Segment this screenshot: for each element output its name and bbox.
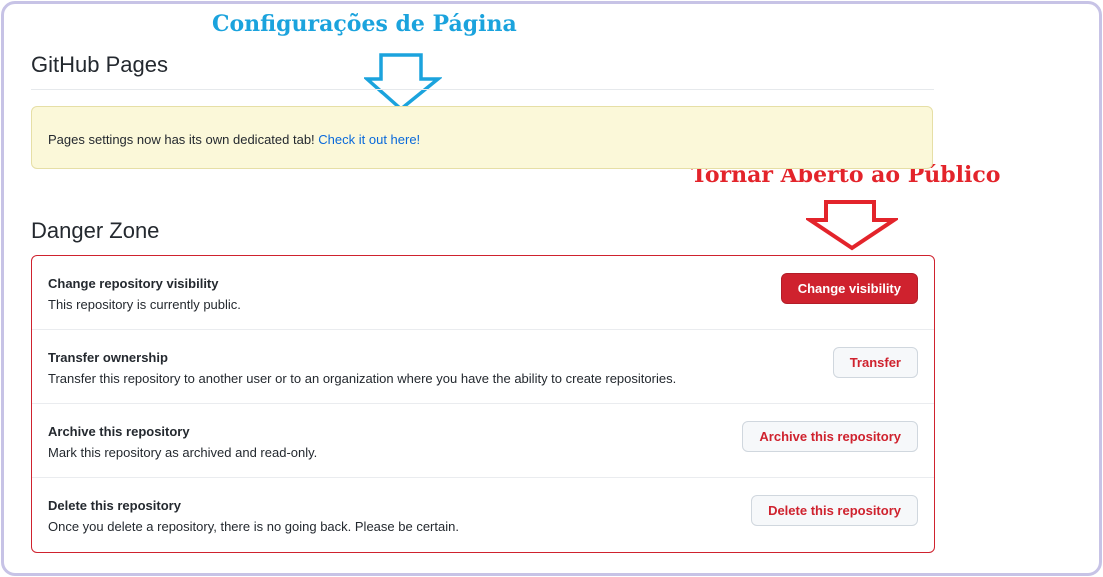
change-visibility-button[interactable]: Change visibility	[780, 273, 918, 304]
pages-flash-notice: Pages settings now has its own dedicated…	[31, 106, 933, 169]
row-title: Transfer ownership	[48, 350, 168, 365]
row-title: Change repository visibility	[48, 276, 219, 291]
danger-zone-heading: Danger Zone	[31, 218, 160, 243]
row-description: This repository is currently public.	[48, 297, 241, 312]
row-title: Archive this repository	[48, 424, 190, 439]
down-arrow-icon	[806, 200, 898, 251]
visibility-row: Change repository visibility This reposi…	[32, 256, 934, 330]
delete-row: Delete this repository Once you delete a…	[32, 478, 934, 552]
github-pages-heading: GitHub Pages	[31, 52, 168, 77]
archive-row: Archive this repository Mark this reposi…	[32, 404, 934, 478]
danger-zone-box: Change repository visibility This reposi…	[31, 255, 935, 553]
row-description: Mark this repository as archived and rea…	[48, 445, 318, 460]
row-title: Delete this repository	[48, 498, 181, 513]
row-description: Transfer this repository to another user…	[48, 371, 677, 386]
transfer-button[interactable]: Transfer	[832, 347, 918, 378]
flash-message-text: Pages settings now has its own dedicated…	[48, 132, 319, 147]
check-it-out-link[interactable]: Check it out here!	[318, 132, 420, 147]
archive-repository-button[interactable]: Archive this repository	[742, 421, 918, 452]
down-arrow-icon	[364, 53, 442, 112]
flash-message: Pages settings now has its own dedicated…	[48, 132, 420, 147]
section-divider	[31, 89, 934, 90]
row-description: Once you delete a repository, there is n…	[48, 519, 459, 534]
annotation-pages-label: Configurações de Página	[212, 11, 517, 37]
delete-repository-button[interactable]: Delete this repository	[751, 495, 918, 526]
transfer-row: Transfer ownership Transfer this reposit…	[32, 330, 934, 404]
